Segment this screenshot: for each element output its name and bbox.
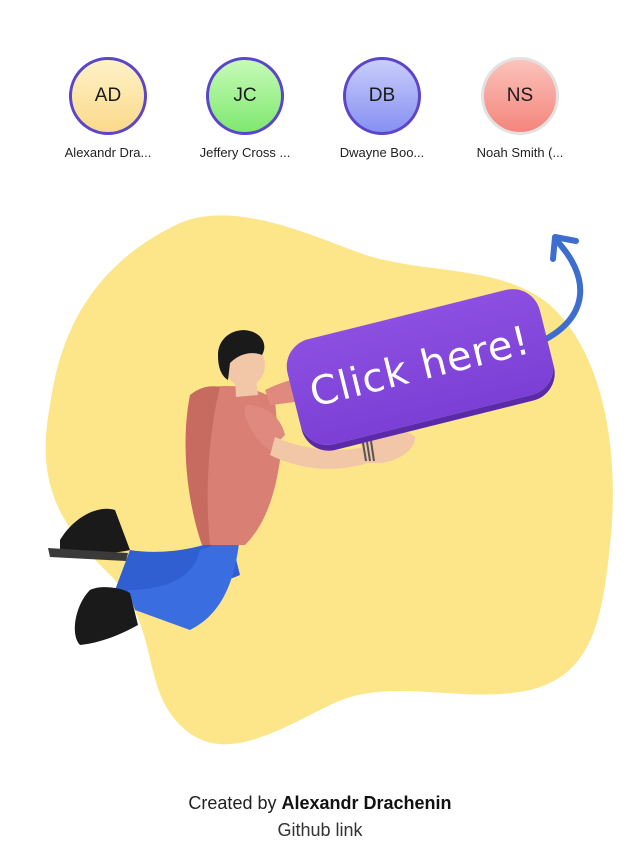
page: AD Alexandr Dra... JC Jeffery Cross ... … [0,0,640,867]
hero-illustration [45,215,613,745]
avatar-item-1[interactable]: JC Jeffery Cross ... [190,57,300,160]
avatar: JC [206,57,284,135]
footer: Created by Alexandr Drachenin Github lin… [0,790,640,844]
avatar-item-0[interactable]: AD Alexandr Dra... [53,57,163,160]
credits-line: Created by Alexandr Drachenin [0,790,640,817]
avatar-item-2[interactable]: DB Dwayne Boo... [327,57,437,160]
avatar-name: Jeffery Cross ... [199,145,291,160]
avatar-list: AD Alexandr Dra... JC Jeffery Cross ... … [0,57,640,167]
avatar: DB [343,57,421,135]
click-here-label: Click here! [305,317,535,417]
avatar: AD [69,57,147,135]
avatar-initials: JC [233,85,257,106]
avatar-initials: NS [506,85,534,106]
avatar-name: Dwayne Boo... [339,145,425,160]
avatar: NS [481,57,559,135]
credits-prefix: Created by [188,793,277,813]
avatar-item-3[interactable]: NS Noah Smith (... [465,57,575,160]
avatar-initials: AD [94,85,122,106]
avatar-name: Alexandr Dra... [64,145,152,160]
github-link[interactable]: Github link [277,817,362,844]
avatar-initials: DB [368,85,396,106]
avatar-name: Noah Smith (... [476,145,564,160]
author-name: Alexandr Drachenin [281,793,452,813]
